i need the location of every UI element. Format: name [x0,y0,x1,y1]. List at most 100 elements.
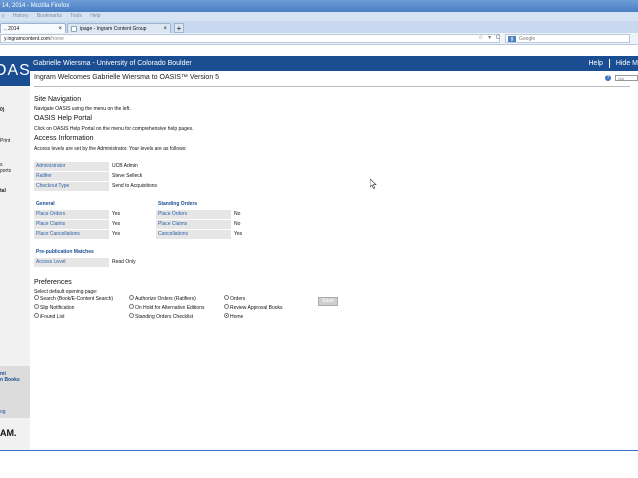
tab-label: ipage - Ingram Content Group [80,26,147,32]
site-navigation-heading: Site Navigation [34,96,82,103]
header-divider-line [34,86,630,87]
page-header: Gabrielle Wiersma - University of Colora… [30,56,638,71]
standing-label-cancellations: Cancellations [156,230,231,239]
nav-icons: ☆ ▾ C [478,34,503,43]
access-label-administrator: Administrator [34,162,109,171]
google-search-icon: g [508,36,516,42]
help-portal-text: Click on OASIS Help Portal on the menu f… [34,126,194,132]
prepub-header: Pre-publication Matches [36,249,94,255]
save-button[interactable]: Save [318,297,338,306]
search-input[interactable]: g Google [505,34,630,43]
preferences-heading: Preferences [34,279,72,286]
sidebar-item-help-portal[interactable]: tal [0,188,30,194]
menu-item-help[interactable]: Help [90,13,100,19]
tab-ingram-content-group[interactable]: ipage - Ingram Content Group × [67,23,171,33]
radio-label: Standing Orders Checklist [135,314,194,320]
radio-button[interactable] [129,313,134,319]
site-navigation-text: Navigate OASIS using the menu on the lef… [34,106,131,112]
radio-button[interactable] [129,295,134,301]
access-label-ratifier: Ratifier [34,172,109,181]
address-bar[interactable]: y.ingramcontent.com/home [0,34,500,43]
standing-label-place-claims: Place Claims [156,220,231,229]
access-label-checkout-type: Checkout Type [34,182,109,191]
menu-item-history[interactable]: History [13,13,29,19]
radio-button[interactable] [34,313,39,319]
general-label-place-orders: Place Orders [34,210,109,219]
bookmark-star-icon[interactable]: ☆ [478,35,483,41]
general-header: General [36,201,55,207]
standing-value-place-orders: No [234,211,241,217]
sidebar-promo-block: mi n Books og [0,366,30,418]
tab-bar: ., 2014 × ipage - Ingram Content Group ×… [0,21,638,33]
radio-label: Authorize Orders (Ratifiers) [135,296,196,302]
radio-button-selected[interactable] [224,313,229,319]
tab-active[interactable]: ., 2014 × [0,23,66,33]
header-links: Help Hide M [585,56,638,71]
page-bottom-border [0,450,638,451]
radio-label: iFound List [40,314,65,320]
preferences-text: Select default opening page: [34,289,98,295]
page-favicon-icon [71,26,77,32]
radio-home[interactable]: Home [224,313,244,320]
radio-on-hold[interactable]: On Hold for Alternative Editions [129,304,205,311]
prepub-label-access-level: Access Level [34,258,109,267]
access-value-ratifier: Steve Selleck [112,173,143,179]
radio-ifound-list[interactable]: iFound List [34,313,65,320]
mouse-pointer-icon [370,179,377,189]
user-info: Gabrielle Wiersma - University of Colora… [33,60,192,67]
window-title: 14, 2014 - Mozilla Firefox [2,3,70,9]
help-link[interactable]: Help [589,60,603,67]
sidebar-item-print[interactable]: Print [0,138,30,144]
standing-value-cancellations: Yes [234,231,243,237]
page-title: Ingram Welcomes Gabrielle Wiersma to OAS… [34,74,220,81]
sidebar-item-orders-count[interactable]: 0) [0,107,30,113]
radio-label: Home [230,314,244,320]
menu-bar: y History Bookmarks Tools Help [0,12,638,21]
header-divider [608,58,610,68]
url-path: /home [50,36,64,42]
sidebar-promo-line-2[interactable]: n Books [0,377,20,383]
menu-item-tools[interactable]: Tools [70,13,82,19]
sidebar: OASIS 0) Print s ports tal mi n Books og… [0,56,30,450]
tab-label: ., 2014 [4,26,20,32]
prepub-value-access-level: Read Only [112,259,136,265]
access-information-heading: Access Information [34,135,94,142]
sidebar-promo-line-3[interactable]: og [0,409,6,415]
general-label-place-cancellations: Place Cancellations [34,230,109,239]
sidebar-item-reports[interactable]: ports [0,168,30,174]
radio-label: Orders [230,296,246,302]
radio-button[interactable] [224,295,229,301]
help-icon[interactable]: ? [605,75,611,81]
general-label-place-claims: Place Claims [34,220,109,229]
radio-button[interactable] [129,304,134,310]
standing-label-place-orders: Place Orders [156,210,231,219]
chevron-down-icon[interactable]: ▾ [488,35,491,41]
radio-review-approval-books[interactable]: Review Approval Books [224,304,283,311]
radio-button[interactable] [224,304,229,310]
radio-button[interactable] [34,295,39,301]
radio-label: On Hold for Alternative Editions [135,305,205,311]
reload-icon[interactable]: C [496,35,500,41]
search-placeholder: Google [519,36,536,42]
menu-item-bookmarks[interactable]: Bookmarks [37,13,62,19]
radio-slip-notification[interactable]: Slip Notification [34,304,75,311]
radio-authorize-orders[interactable]: Authorize Orders (Ratifiers) [129,295,196,302]
window-title-bar: 14, 2014 - Mozilla Firefox [0,0,638,12]
hide-menu-link[interactable]: Hide M [616,60,638,67]
menu-item-view[interactable]: y [2,13,5,19]
access-information-text: Access levels are set by the Administrat… [34,146,187,152]
navigation-bar: y.ingramcontent.com/home ☆ ▾ C g Google [0,33,638,45]
access-value-administrator: UCB Admin [112,163,138,169]
general-value-place-orders: Yes [112,211,121,217]
radio-search[interactable]: Search (Book/E-Content Search) [34,295,114,302]
help-portal-heading: OASIS Help Portal [34,115,92,122]
radio-orders[interactable]: Orders [224,295,246,302]
radio-standing-orders-checklist[interactable]: Standing Orders Checklist [129,313,194,320]
new-tab-button[interactable]: + [174,23,184,33]
oasis-logo: OASIS [0,56,30,86]
radio-button[interactable] [34,304,39,310]
radio-label: Slip Notification [40,305,75,311]
quick-search-input[interactable]: Qui [615,75,638,81]
standing-orders-header: Standing Orders [158,201,198,207]
radio-label: Search (Book/E-Content Search) [40,296,114,302]
